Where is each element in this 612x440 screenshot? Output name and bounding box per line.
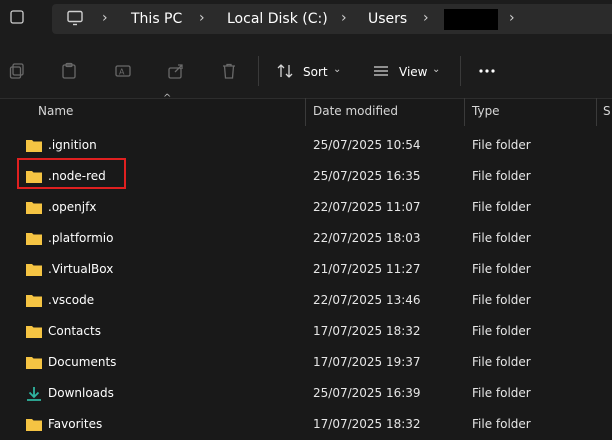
chevron-right-icon[interactable]: › <box>199 10 205 26</box>
column-header-date[interactable]: Date modified <box>313 104 398 118</box>
file-name[interactable]: Downloads <box>48 386 114 400</box>
folder-window-icon[interactable] <box>9 9 25 25</box>
folder-icon <box>26 140 42 152</box>
delete-icon[interactable] <box>220 62 238 80</box>
file-row[interactable]: .ignition 25/07/2025 10:54 File folder <box>0 130 612 161</box>
folder-icon <box>26 419 42 431</box>
monitor-icon[interactable] <box>66 9 84 27</box>
file-row[interactable]: Contacts 17/07/2025 18:32 File folder <box>0 316 612 347</box>
folder-icon <box>26 357 42 369</box>
file-date: 22/07/2025 13:46 <box>313 293 421 307</box>
column-header-name[interactable]: Name <box>38 104 73 118</box>
rename-icon[interactable]: A <box>114 62 132 80</box>
view-button[interactable]: View <box>399 65 427 79</box>
folder-icon <box>26 202 42 214</box>
folder-icon <box>26 264 42 276</box>
file-type: File folder <box>472 417 531 431</box>
chevron-right-icon[interactable]: › <box>341 10 347 26</box>
file-date: 21/07/2025 11:27 <box>313 262 421 276</box>
file-type: File folder <box>472 138 531 152</box>
file-row[interactable]: .VirtualBox 21/07/2025 11:27 File folder <box>0 254 612 285</box>
highlight-box <box>17 158 126 189</box>
file-name[interactable]: .vscode <box>48 293 94 307</box>
chevron-right-icon[interactable]: › <box>509 10 515 26</box>
view-icon[interactable] <box>372 62 390 80</box>
column-divider[interactable] <box>305 98 306 126</box>
column-header-type[interactable]: Type <box>472 104 500 118</box>
breadcrumb-local-disk[interactable]: Local Disk (C:) <box>227 11 328 27</box>
file-name[interactable]: .openjfx <box>48 200 96 214</box>
file-date: 17/07/2025 18:32 <box>313 324 421 338</box>
file-row[interactable]: Documents 17/07/2025 19:37 File folder <box>0 347 612 378</box>
folder-icon <box>26 295 42 307</box>
file-row[interactable]: .openjfx 22/07/2025 11:07 File folder <box>0 192 612 223</box>
file-name[interactable]: Contacts <box>48 324 101 338</box>
file-row[interactable]: Favorites 17/07/2025 18:32 File folder <box>0 409 612 440</box>
file-date: 22/07/2025 18:03 <box>313 231 421 245</box>
file-name[interactable]: .platformio <box>48 231 113 245</box>
folder-icon <box>26 233 42 245</box>
file-date: 17/07/2025 19:37 <box>313 355 421 369</box>
file-type: File folder <box>472 200 531 214</box>
file-date: 22/07/2025 11:07 <box>313 200 421 214</box>
file-name[interactable]: .ignition <box>48 138 97 152</box>
paste-icon[interactable] <box>60 62 78 80</box>
file-type: File folder <box>472 231 531 245</box>
copy-icon[interactable] <box>8 62 26 80</box>
chevron-right-icon[interactable]: › <box>102 10 108 26</box>
file-date: 25/07/2025 16:39 <box>313 386 421 400</box>
column-header-size[interactable]: S <box>603 104 611 118</box>
file-type: File folder <box>472 262 531 276</box>
breadcrumb-this-pc[interactable]: This PC <box>131 11 182 27</box>
chevron-down-icon[interactable]: ⌄ <box>333 64 341 75</box>
file-date: 25/07/2025 10:54 <box>313 138 421 152</box>
download-icon <box>27 387 41 401</box>
chevron-right-icon[interactable]: › <box>423 10 429 26</box>
file-type: File folder <box>472 386 531 400</box>
toolbar-separator <box>460 56 461 86</box>
command-bar: A Sort ⌄ View ⌄ <box>0 42 612 99</box>
file-name[interactable]: .VirtualBox <box>48 262 113 276</box>
sort-up-icon: ^ <box>163 93 172 104</box>
file-row[interactable]: .platformio 22/07/2025 18:03 File folder <box>0 223 612 254</box>
chevron-down-icon[interactable]: ⌄ <box>432 64 440 75</box>
share-icon[interactable] <box>167 62 185 80</box>
file-name[interactable]: Favorites <box>48 417 102 431</box>
sort-button[interactable]: Sort <box>303 65 328 79</box>
breadcrumb-users[interactable]: Users <box>368 11 407 27</box>
file-type: File folder <box>472 293 531 307</box>
file-date: 17/07/2025 18:32 <box>313 417 421 431</box>
sort-icon[interactable] <box>276 62 294 80</box>
file-type: File folder <box>472 169 531 183</box>
file-type: File folder <box>472 324 531 338</box>
column-headers: ^ Name Date modified Type S <box>0 93 612 126</box>
column-divider[interactable] <box>464 98 465 126</box>
folder-icon <box>26 326 42 338</box>
svg-text:A: A <box>119 68 125 77</box>
toolbar-separator <box>258 56 259 86</box>
column-divider[interactable] <box>596 98 597 126</box>
redacted-username[interactable] <box>444 9 498 30</box>
file-type: File folder <box>472 355 531 369</box>
address-bar-area: › This PC › Local Disk (C:) › Users › › <box>0 0 612 42</box>
more-icon[interactable] <box>478 62 496 80</box>
file-row[interactable]: Downloads 25/07/2025 16:39 File folder <box>0 378 612 409</box>
file-name[interactable]: Documents <box>48 355 116 369</box>
file-date: 25/07/2025 16:35 <box>313 169 421 183</box>
file-row[interactable]: .vscode 22/07/2025 13:46 File folder <box>0 285 612 316</box>
